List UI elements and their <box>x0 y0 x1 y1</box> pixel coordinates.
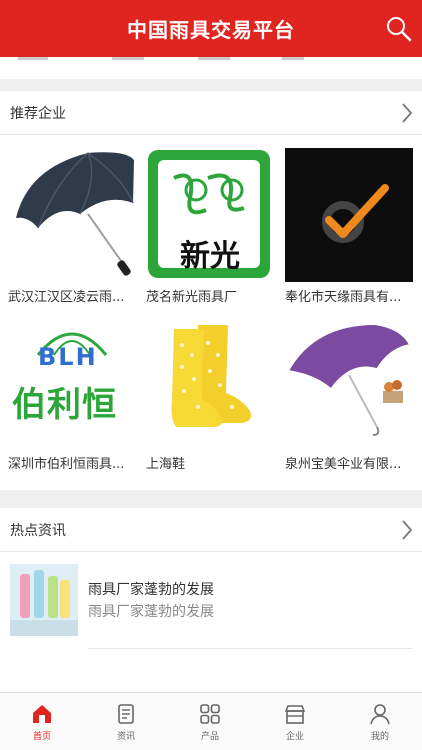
news-thumbnail <box>10 564 78 636</box>
news-title: 雨具厂家蓬勃的发展 <box>88 582 214 598</box>
tab-label: 资讯 <box>116 732 135 742</box>
rain-boots-image <box>146 315 274 449</box>
section-header: 热点资讯 <box>0 508 422 552</box>
check-logo-image <box>285 148 413 282</box>
news-section: 热点资讯 雨具厂家蓬勃的发展 雨具厂家蓬勃的发展 <box>0 508 422 692</box>
news-item[interactable]: 雨具厂家蓬勃的发展 雨具厂家蓬勃的发展 <box>0 552 422 652</box>
user-icon <box>370 704 390 725</box>
company-card[interactable]: 新光 茂名新光雨具厂 <box>146 148 274 305</box>
company-card[interactable]: 奉化市天缘雨具有... <box>285 148 413 305</box>
tab-label: 企业 <box>285 732 304 742</box>
tab-companies[interactable]: 企业 <box>253 693 337 750</box>
company-image <box>285 315 413 449</box>
company-name: 奉化市天缘雨具有... <box>285 290 402 305</box>
tab-home[interactable]: 首页 <box>0 693 84 750</box>
app-root: 中国雨具交易平台 推荐企业 武汉江汉区凌云雨... 新光 茂名新光雨具厂 奉化市… <box>0 0 422 750</box>
store-icon <box>284 705 306 724</box>
company-name: 武汉江汉区凌云雨... <box>8 290 125 305</box>
top-header: 中国雨具交易平台 <box>0 0 422 57</box>
search-button[interactable] <box>384 14 414 44</box>
category-fragment <box>198 57 230 60</box>
section-title: 推荐企业 <box>10 106 66 122</box>
tab-products[interactable]: 产品 <box>168 693 252 750</box>
home-icon <box>33 705 51 723</box>
xinguang-logo-text: 新光 <box>180 239 240 274</box>
bolihong-logo-text: 伯利恒 <box>12 385 117 425</box>
company-card[interactable]: BLH 伯利恒 深圳市伯利恒雨具... <box>8 315 136 472</box>
chevron-right-icon <box>402 103 413 123</box>
news-summary: 雨具厂家蓬勃的发展 <box>88 604 214 620</box>
section-header: 推荐企业 <box>0 91 422 135</box>
search-icon <box>387 17 412 42</box>
document-icon <box>118 704 134 724</box>
company-grid: 武汉江汉区凌云雨... 新光 茂名新光雨具厂 奉化市天缘雨具有... BLH 伯… <box>0 135 422 485</box>
company-image <box>8 148 136 282</box>
divider <box>88 648 412 649</box>
company-image <box>285 148 413 282</box>
grid-icon <box>200 704 220 724</box>
company-card[interactable]: 上海鞋 <box>146 315 274 472</box>
recommended-section: 推荐企业 武汉江汉区凌云雨... 新光 茂名新光雨具厂 奉化市天缘雨具有... … <box>0 91 422 490</box>
company-name: 茂名新光雨具厂 <box>146 290 238 305</box>
company-name: 深圳市伯利恒雨具... <box>8 457 125 472</box>
bottom-tab-bar: 首页 资讯 产品 企业 我的 <box>0 692 422 750</box>
company-name: 上海鞋 <box>146 457 186 472</box>
category-fragment <box>112 57 144 60</box>
chevron-right-icon <box>402 520 413 540</box>
product-thumbnail-image <box>10 564 78 636</box>
purple-umbrella-image <box>285 315 413 449</box>
company-image: 新光 <box>146 148 274 282</box>
category-fragment <box>282 57 304 60</box>
company-name: 泉州宝美伞业有限... <box>285 457 402 472</box>
more-button[interactable] <box>398 518 416 542</box>
company-image: BLH 伯利恒 <box>8 315 136 449</box>
tab-label: 产品 <box>200 732 219 742</box>
category-strip <box>0 57 422 79</box>
tab-label: 我的 <box>370 732 389 742</box>
company-card[interactable]: 泉州宝美伞业有限... <box>285 315 413 472</box>
category-fragment <box>18 57 48 60</box>
section-title: 热点资讯 <box>10 523 66 539</box>
more-button[interactable] <box>398 101 416 125</box>
tab-label: 首页 <box>32 732 51 742</box>
tab-news[interactable]: 资讯 <box>84 693 168 750</box>
company-image <box>146 315 274 449</box>
company-card[interactable]: 武汉江汉区凌云雨... <box>8 148 136 305</box>
umbrella-image <box>8 148 136 282</box>
tab-profile[interactable]: 我的 <box>338 693 422 750</box>
blh-logo-text: BLH <box>38 343 98 371</box>
page-title: 中国雨具交易平台 <box>127 18 295 42</box>
